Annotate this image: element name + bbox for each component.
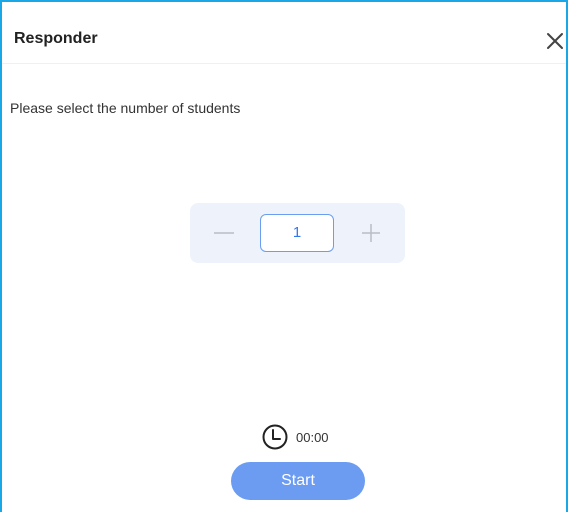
dialog-header: Responder (2, 2, 566, 64)
responder-dialog: Responder Please select the number of st… (0, 0, 568, 512)
plus-icon (362, 224, 380, 242)
student-count-stepper: 1 (190, 203, 405, 263)
increment-button[interactable] (355, 217, 387, 249)
timer-value: 00:00 (296, 430, 329, 445)
clock-icon (262, 424, 288, 450)
minus-icon (214, 232, 234, 234)
student-count-input[interactable]: 1 (260, 214, 334, 252)
close-icon (547, 33, 563, 49)
close-button[interactable] (544, 30, 566, 52)
start-button[interactable]: Start (231, 462, 365, 500)
student-count-prompt: Please select the number of students (10, 100, 241, 116)
decrement-button[interactable] (208, 217, 240, 249)
dialog-title: Responder (14, 30, 98, 47)
